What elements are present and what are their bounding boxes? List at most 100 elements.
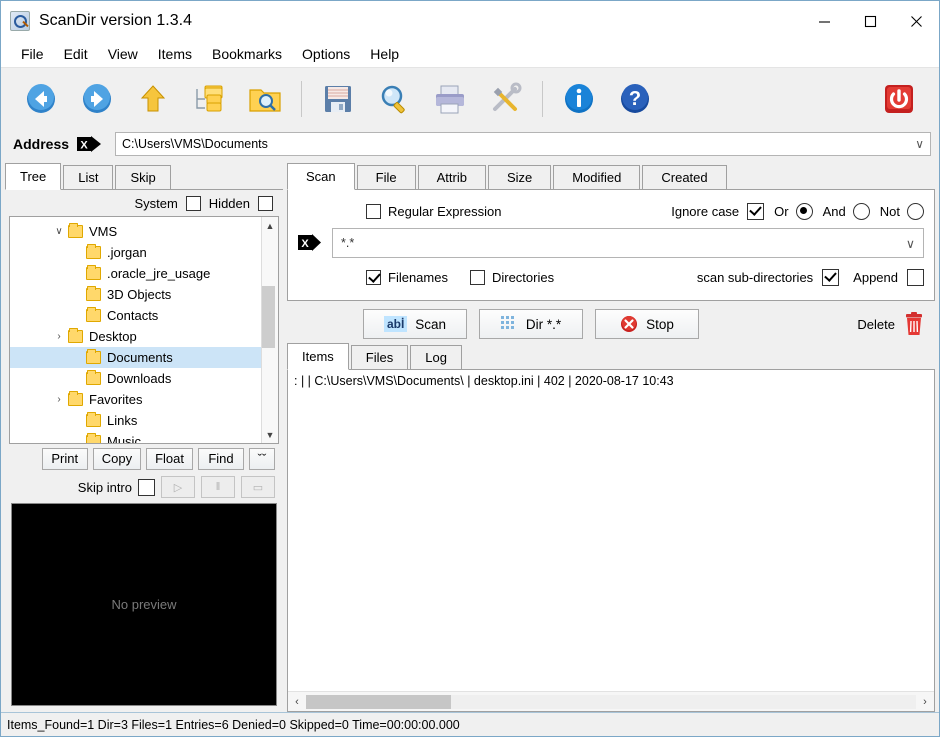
tree-item[interactable]: Music	[10, 431, 261, 443]
tab-scan[interactable]: Scan	[287, 163, 355, 190]
menu-view[interactable]: View	[98, 43, 148, 65]
address-input[interactable]: C:\Users\VMS\Documents ∨	[115, 132, 931, 156]
menu-bookmarks[interactable]: Bookmarks	[202, 43, 292, 65]
folder-icon	[86, 286, 101, 301]
folder-tree[interactable]: ∨ VMS .jorgan .oracle_jre_usage 3D Objec…	[9, 216, 279, 444]
find-icon[interactable]	[366, 73, 422, 125]
tree-item[interactable]: › Favorites	[10, 389, 261, 410]
tree-item[interactable]: ∨ VMS	[10, 221, 261, 242]
help-icon[interactable]: ?	[607, 73, 663, 125]
skip-intro-checkbox[interactable]	[138, 478, 155, 496]
tab-attrib[interactable]: Attrib	[417, 165, 486, 189]
forward-icon[interactable]	[69, 73, 125, 125]
tree-item[interactable]: 3D Objects	[10, 284, 261, 305]
menu-options[interactable]: Options	[292, 43, 360, 65]
chevron-down-icon[interactable]: ∨	[915, 137, 924, 151]
logic-and-radio[interactable]	[852, 202, 870, 220]
tab-created[interactable]: Created	[642, 165, 727, 189]
tab-file[interactable]: File	[356, 165, 416, 189]
hidden-checkbox[interactable]	[258, 195, 273, 211]
toolbar-separator-2	[542, 80, 543, 117]
pause-icon[interactable]: ‖	[201, 476, 235, 498]
scroll-down-icon[interactable]: ▼	[262, 426, 278, 443]
logic-or-radio[interactable]	[795, 202, 813, 220]
save-icon[interactable]	[310, 73, 366, 125]
dir-button[interactable]: Dir *.*	[479, 309, 583, 339]
chevron-down-icon[interactable]: ∨	[906, 236, 915, 251]
directories-checkbox[interactable]	[469, 269, 485, 285]
print-icon[interactable]	[422, 73, 478, 125]
address-value: C:\Users\VMS\Documents	[122, 137, 268, 151]
close-button[interactable]	[893, 1, 939, 41]
ignore-case-checkbox[interactable]	[747, 202, 765, 220]
folder-icon	[86, 370, 101, 385]
folder-search-icon[interactable]	[237, 73, 293, 125]
pattern-row: X *.* ∨	[298, 228, 924, 258]
expand-chevrons-icon[interactable]: ˇˇ	[249, 447, 275, 470]
float-button[interactable]: Float	[146, 447, 193, 470]
tools-icon[interactable]	[478, 73, 534, 125]
tree-item[interactable]: .oracle_jre_usage	[10, 263, 261, 284]
results-scroll-track[interactable]	[306, 694, 916, 709]
scroll-up-icon[interactable]: ▲	[262, 217, 278, 234]
scroll-right-icon[interactable]: ›	[916, 696, 934, 708]
info-icon[interactable]	[551, 73, 607, 125]
pattern-filter-icon[interactable]: X	[298, 233, 326, 253]
logic-not-radio[interactable]	[907, 202, 924, 220]
chevron-right-icon[interactable]: ›	[50, 331, 68, 342]
system-checkbox[interactable]	[185, 195, 201, 211]
chevron-right-icon[interactable]: ›	[50, 394, 68, 405]
menu-help[interactable]: Help	[360, 43, 409, 65]
regular-expression-checkbox[interactable]	[366, 203, 381, 219]
tab-skip[interactable]: Skip	[115, 165, 171, 189]
find-button[interactable]: Find	[198, 447, 244, 470]
chevron-down-icon[interactable]: ∨	[50, 226, 68, 237]
tree-item[interactable]: Downloads	[10, 368, 261, 389]
tree-scroll-track[interactable]	[262, 234, 278, 426]
results-list[interactable]: : | | C:\Users\VMS\Documents\ | desktop.…	[288, 370, 934, 691]
tab-list[interactable]: List	[63, 165, 114, 189]
menu-edit[interactable]: Edit	[54, 43, 98, 65]
results-scroll-thumb[interactable]	[306, 694, 451, 709]
tree-item[interactable]: Links	[10, 410, 261, 431]
scroll-left-icon[interactable]: ‹	[288, 696, 306, 708]
folder-tree-list: ∨ VMS .jorgan .oracle_jre_usage 3D Objec…	[10, 217, 261, 443]
tree-item-documents[interactable]: Documents	[10, 347, 261, 368]
tab-items[interactable]: Items	[287, 343, 349, 370]
tab-tree[interactable]: Tree	[5, 163, 62, 190]
tree-item[interactable]: › Desktop	[10, 326, 261, 347]
menu-items[interactable]: Items	[148, 43, 202, 65]
svg-text:X: X	[80, 140, 88, 152]
maximize-button[interactable]	[847, 1, 893, 41]
tab-size[interactable]: Size	[487, 165, 552, 189]
pattern-input[interactable]: *.* ∨	[332, 228, 924, 258]
stop-icon[interactable]: ▭	[241, 476, 275, 498]
folder-tree-icon[interactable]	[181, 73, 237, 125]
results-horizontal-scrollbar[interactable]: ‹ ›	[288, 691, 934, 711]
back-icon[interactable]	[13, 73, 69, 125]
power-icon[interactable]	[871, 73, 927, 125]
tree-item[interactable]: Contacts	[10, 305, 261, 326]
trash-icon[interactable]	[903, 312, 925, 336]
address-go-icon[interactable]: X	[77, 135, 107, 153]
stop-button[interactable]: Stop	[595, 309, 699, 339]
scan-sub-directories-checkbox[interactable]	[822, 268, 840, 286]
tab-log[interactable]: Log	[410, 345, 462, 369]
address-label: Address	[13, 136, 70, 152]
tab-files[interactable]: Files	[350, 345, 409, 369]
menu-file[interactable]: File	[11, 43, 54, 65]
print-button[interactable]: Print	[41, 447, 88, 470]
append-checkbox[interactable]	[907, 268, 924, 286]
tree-item[interactable]: .jorgan	[10, 242, 261, 263]
delete-control[interactable]: Delete	[857, 312, 931, 336]
tree-scroll-thumb[interactable]	[262, 286, 275, 348]
copy-button[interactable]: Copy	[92, 447, 142, 470]
minimize-button[interactable]	[801, 1, 847, 41]
list-item[interactable]: : | | C:\Users\VMS\Documents\ | desktop.…	[294, 374, 928, 392]
tab-modified[interactable]: Modified	[553, 165, 641, 189]
filenames-checkbox[interactable]	[366, 269, 381, 285]
up-icon[interactable]	[125, 73, 181, 125]
play-icon[interactable]: ▷	[161, 476, 195, 498]
scan-button[interactable]: abİ Scan	[363, 309, 467, 339]
tree-vertical-scrollbar[interactable]: ▲ ▼	[261, 217, 278, 443]
